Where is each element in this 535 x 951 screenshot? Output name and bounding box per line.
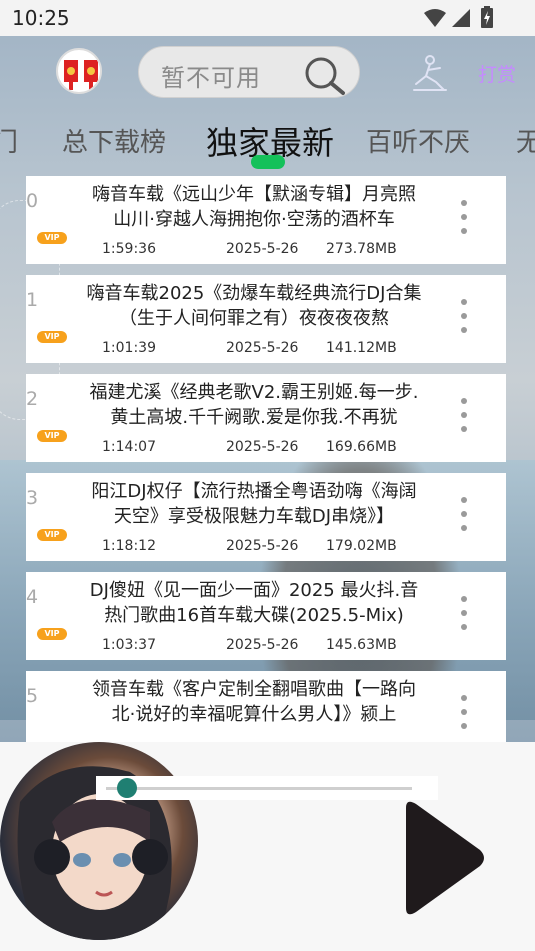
song-date: 2025-5-26 <box>226 637 299 653</box>
app-logo-icon <box>64 60 98 90</box>
song-item[interactable]: 5 领音车载《客户定制全翻唱歌曲【一路向北·说好的幸福呢算什么男人】》颍上 <box>26 671 506 742</box>
song-date: 2025-5-26 <box>226 241 299 257</box>
tab-download-rank[interactable]: 总下载榜 <box>62 122 166 159</box>
search-bar[interactable]: 暂不可用 <box>138 46 360 98</box>
song-title: 嗨音车载2025《劲爆车载经典流行DJ合集（生于人间何罪之有）夜夜夜夜熬 <box>86 283 422 329</box>
progress-bar[interactable] <box>96 776 438 800</box>
song-title: 嗨音车载《远山少年【默涵专辑】月亮照山川·穿越人海拥抱你·空荡的酒杯车 <box>92 184 416 230</box>
signal-icon <box>452 9 470 27</box>
tab-never-tired[interactable]: 百听不厌 <box>366 122 470 159</box>
wifi-icon <box>424 9 446 27</box>
song-title: 领音车载《客户定制全翻唱歌曲【一路向北·说好的幸福呢算什么男人】》颍上 <box>92 679 416 725</box>
search-icon[interactable] <box>303 55 347 95</box>
more-options-icon[interactable] <box>456 596 472 640</box>
song-index: 0 <box>26 190 39 212</box>
song-title: 福建尤溪《经典老歌V2.霸王别姬.每一步.黄土高坡.千千阙歌.爱是你我.不再犹 <box>89 382 419 428</box>
song-size: 179.02MB <box>326 538 397 554</box>
app-logo[interactable] <box>56 48 102 94</box>
status-bar: 10:25 <box>0 0 535 36</box>
vip-badge: VIP <box>37 529 67 541</box>
vip-badge: VIP <box>37 232 67 244</box>
progress-knob[interactable] <box>117 778 138 798</box>
song-list: 0 VIP 嗨音车载《远山少年【默涵专辑】月亮照山川·穿越人海拥抱你·空荡的酒杯… <box>0 176 535 742</box>
song-title: 阳江DJ权仔【流行热播全粤语劲嗨《海阔天空》享受极限魅力车载DJ串烧》】 <box>91 481 417 527</box>
song-size: 273.78MB <box>326 241 397 257</box>
more-options-icon[interactable] <box>456 200 472 244</box>
song-index: 5 <box>26 685 39 707</box>
progress-track <box>106 787 412 790</box>
song-index: 1 <box>26 289 39 311</box>
tab-next[interactable]: 无 <box>516 122 535 159</box>
song-item[interactable]: 0 VIP 嗨音车载《远山少年【默涵专辑】月亮照山川·穿越人海拥抱你·空荡的酒杯… <box>26 176 506 264</box>
song-item[interactable]: 4 VIP DJ傻妞《见一面少一面》2025 最火抖.音 热门歌曲16首车载大碟… <box>26 572 506 660</box>
song-size: 141.12MB <box>326 340 397 356</box>
song-duration: 1:14:07 <box>102 439 156 455</box>
more-options-icon[interactable] <box>456 497 472 541</box>
top-bar: 暂不可用 打赏 <box>0 36 535 110</box>
dance-icon[interactable] <box>410 54 448 94</box>
song-date: 2025-5-26 <box>226 538 299 554</box>
battery-icon <box>481 6 493 28</box>
song-index: 2 <box>26 388 39 410</box>
more-options-icon[interactable] <box>456 695 472 739</box>
play-icon[interactable] <box>398 798 486 918</box>
more-options-icon[interactable] <box>456 398 472 442</box>
song-duration: 1:01:39 <box>102 340 156 356</box>
vip-badge: VIP <box>37 430 67 442</box>
tab-indicator <box>251 155 285 169</box>
song-duration: 1:03:37 <box>102 637 156 653</box>
bottom-player <box>0 742 535 951</box>
song-title: DJ傻妞《见一面少一面》2025 最火抖.音 热门歌曲16首车载大碟(2025.… <box>89 580 419 626</box>
song-index: 3 <box>26 487 39 509</box>
vip-badge: VIP <box>37 331 67 343</box>
reward-link[interactable]: 打赏 <box>478 60 516 87</box>
search-placeholder: 暂不可用 <box>161 64 261 92</box>
album-art-illustration <box>17 766 172 940</box>
song-duration: 1:18:12 <box>102 538 156 554</box>
song-item[interactable]: 2 VIP 福建尤溪《经典老歌V2.霸王别姬.每一步.黄土高坡.千千阙歌.爱是你… <box>26 374 506 462</box>
song-item[interactable]: 3 VIP 阳江DJ权仔【流行热播全粤语劲嗨《海阔天空》享受极限魅力车载DJ串烧… <box>26 473 506 561</box>
song-item[interactable]: 1 VIP 嗨音车载2025《劲爆车载经典流行DJ合集（生于人间何罪之有）夜夜夜… <box>26 275 506 363</box>
status-time: 10:25 <box>12 6 70 30</box>
tab-hot[interactable]: 门 <box>0 122 18 159</box>
song-size: 145.63MB <box>326 637 397 653</box>
song-date: 2025-5-26 <box>226 340 299 356</box>
song-index: 4 <box>26 586 39 608</box>
vip-badge: VIP <box>37 628 67 640</box>
song-size: 169.66MB <box>326 439 397 455</box>
song-duration: 1:59:36 <box>102 241 156 257</box>
album-art[interactable] <box>0 742 198 940</box>
song-date: 2025-5-26 <box>226 439 299 455</box>
more-options-icon[interactable] <box>456 299 472 343</box>
